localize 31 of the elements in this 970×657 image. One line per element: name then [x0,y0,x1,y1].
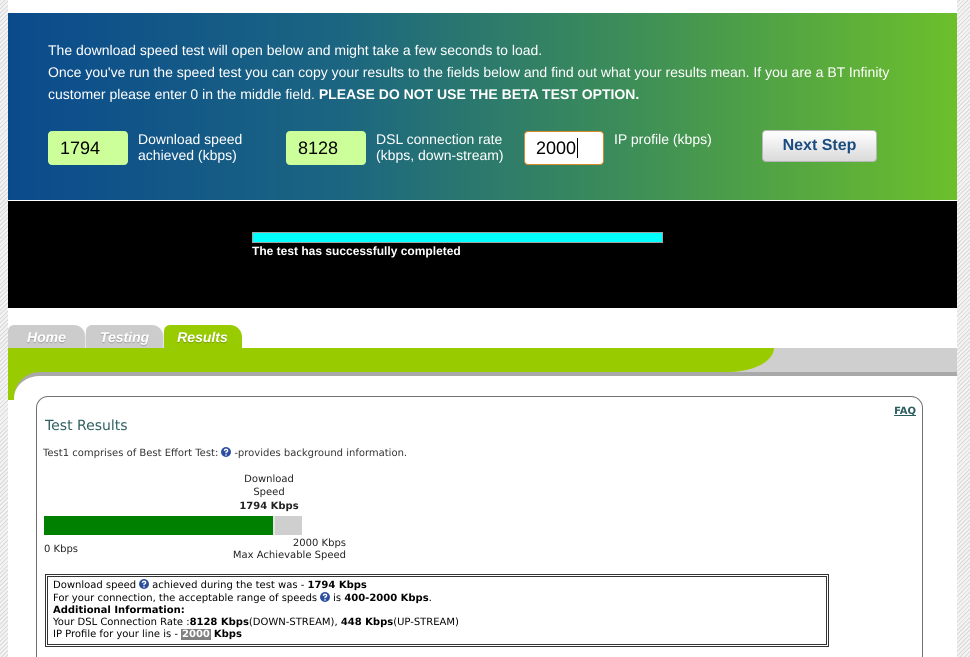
help-icon[interactable] [139,579,150,589]
help-icon[interactable] [221,447,232,457]
meter-label: Download Speed [243,473,295,499]
intro-text: The download speed test will open below and might take a few seconds to load. [48,41,544,60]
max-caption: Max Achievable Speed [232,550,346,562]
detail-text: achieved during the test was - 1794 Kbps [152,580,367,591]
input-field[interactable]: 8128 [286,131,366,165]
help-icon[interactable] [320,592,330,602]
intro-text: Once you've run the speed test you can copy your results to the fields below and find out what your results mean. If you are a BT Infinity customer please enter 0 in the middle field. PLEASE DO NOT USE THE BETA TEST OPTION. [48,63,890,104]
next-step-button[interactable]: Next Step [762,130,877,162]
field-label: DSL connection rate (kbps, down-stream) [376,131,505,163]
faq-link[interactable]: FAQ [894,406,916,418]
description-text: -provides background information. [234,448,408,459]
detail-text: Kbps [214,629,242,640]
detail-text: IP Profile for your line is - [53,629,178,640]
min-label: 0 Kbps [44,544,78,556]
detail-text: is 400-2000 Kbps. [333,593,432,604]
detail-text: Download speed [53,580,136,591]
detail-text: For your connection, the acceptable range of speeds [53,593,318,604]
meter-reading: 1794 Kbps [239,500,299,513]
status-text: The test has successfully completed [252,244,462,258]
field-label: Download speed achieved (kbps) [138,131,244,163]
results-title: Test Results [45,418,129,435]
detail-text: Additional Information: [53,605,185,616]
max-label: 2000 Kbps [292,538,346,550]
input-field[interactable]: 1794 [48,131,128,165]
detail-text: Your DSL Connection Rate :8128 Kbps(DOWN-STREAM), 448 Kbps(UP-STREAM) [53,617,459,628]
highlighted-value: 2000 [181,629,211,640]
description-text: Test1 comprises of Best Effort Test: [43,448,218,459]
input-field[interactable]: 2000 [524,131,604,165]
field-label: IP profile (kbps) [614,131,713,147]
